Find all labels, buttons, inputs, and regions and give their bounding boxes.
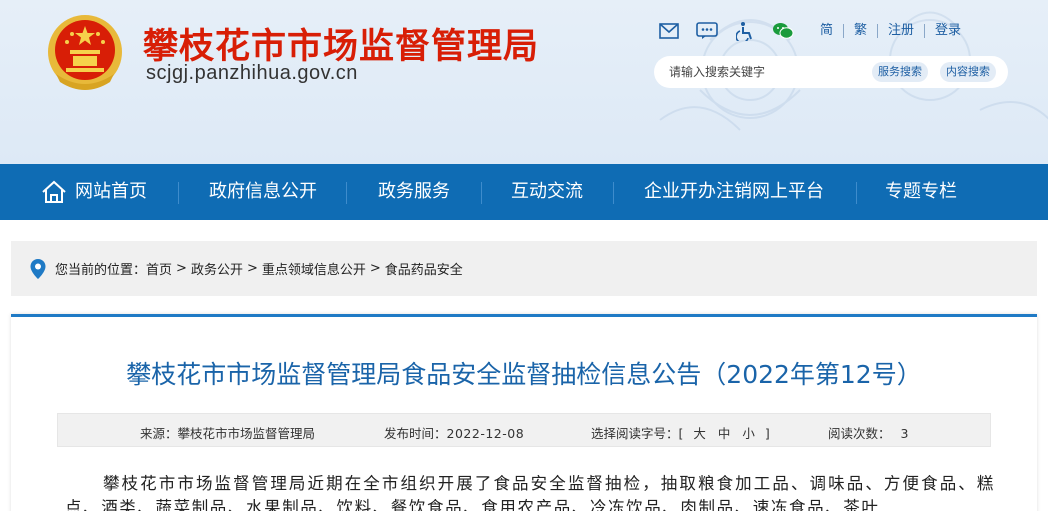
breadcrumb-link-key-areas[interactable]: 重点领域信息公开 xyxy=(262,259,366,278)
message-icon[interactable] xyxy=(696,21,718,41)
font-size-close: ] xyxy=(764,426,770,441)
top-toolbar: 简 繁 注册 登录 xyxy=(658,20,971,42)
article-title: 攀枝花市市场监督管理局食品安全监督抽检信息公告（2022年第12号） xyxy=(126,360,922,389)
views-label: 阅读次数： xyxy=(828,426,891,441)
login-link[interactable]: 登录 xyxy=(925,24,971,38)
nav-item-gov-service[interactable]: 政务服务 xyxy=(378,164,450,220)
search-input[interactable] xyxy=(669,57,869,87)
location-pin-icon xyxy=(30,258,46,279)
date-label: 发布时间： xyxy=(384,426,447,441)
article-meta-bar: 来源：攀枝花市市场监督管理局 发布时间：2022-12-08 选择阅读字号：[ … xyxy=(57,413,991,447)
nav-divider xyxy=(178,182,179,204)
traditional-chinese-link[interactable]: 繁 xyxy=(844,24,879,38)
breadcrumb-link-food-drug[interactable]: 食品药品安全 xyxy=(385,259,463,278)
nav-divider xyxy=(346,182,347,204)
article-body: 攀枝花市市场监督管理局近期在全市组织开展了食品安全监督抽检，抽取粮食加工品、调味… xyxy=(65,474,995,511)
site-domain: scjgj.panzhihua.gov.cn xyxy=(146,62,358,84)
nav-item-gov-info[interactable]: 政府信息公开 xyxy=(209,164,317,220)
article-source: 来源：攀枝花市市场监督管理局 xyxy=(140,423,315,442)
nav-divider xyxy=(481,182,482,204)
site-header: 攀枝花市市场监督管理局 scjgj.panzhihua.gov.cn 简 繁 注… xyxy=(0,0,1048,164)
source-value: 攀枝花市市场监督管理局 xyxy=(177,426,316,441)
nav-divider xyxy=(613,182,614,204)
breadcrumb-separator: > xyxy=(176,261,187,276)
nav-item-enterprise-platform[interactable]: 企业开办注销网上平台 xyxy=(644,164,824,220)
font-size-selector: 选择阅读字号：[ 大 中 小 ] xyxy=(591,423,770,442)
views-value: 3 xyxy=(900,426,909,441)
nav-item-home-label: 网站首页 xyxy=(75,181,147,202)
nav-item-special-topics[interactable]: 专题专栏 xyxy=(885,164,957,220)
wechat-icon[interactable] xyxy=(772,21,794,41)
search-box: 服务搜索 内容搜索 xyxy=(654,56,1008,88)
breadcrumb-prefix: 您当前的位置： xyxy=(55,263,147,278)
breadcrumb-separator: > xyxy=(369,261,381,276)
content-search-button[interactable]: 内容搜索 xyxy=(940,62,996,82)
font-size-large[interactable]: 大 xyxy=(693,426,706,441)
national-emblem-logo[interactable] xyxy=(46,12,124,94)
simplified-chinese-link[interactable]: 简 xyxy=(810,24,845,38)
article-views: 阅读次数： 3 xyxy=(828,423,908,442)
article-panel: 攀枝花市市场监督管理局食品安全监督抽检信息公告（2022年第12号） 来源：攀枝… xyxy=(11,314,1037,511)
home-icon xyxy=(42,180,66,203)
breadcrumb-link-home[interactable]: 首页 xyxy=(146,259,172,278)
register-link[interactable]: 注册 xyxy=(878,24,926,38)
source-label: 来源： xyxy=(140,426,178,441)
font-size-label: 选择阅读字号：[ xyxy=(591,426,684,441)
mail-icon[interactable] xyxy=(658,21,680,41)
font-size-medium[interactable]: 中 xyxy=(718,426,731,441)
breadcrumb-separator: > xyxy=(246,261,258,276)
accessibility-icon[interactable] xyxy=(734,21,756,41)
nav-divider xyxy=(856,182,857,204)
service-search-button[interactable]: 服务搜索 xyxy=(872,62,928,82)
date-value: 2022-12-08 xyxy=(446,426,525,441)
main-nav: 网站首页 政府信息公开 政务服务 互动交流 企业开办注销网上平台 专题专栏 xyxy=(0,164,1048,220)
nav-item-interaction[interactable]: 互动交流 xyxy=(511,164,583,220)
nav-item-home[interactable]: 网站首页 xyxy=(41,164,147,220)
breadcrumb-link-gov-affairs[interactable]: 政务公开 xyxy=(191,259,243,278)
font-size-small[interactable]: 小 xyxy=(742,426,755,441)
breadcrumb: 您当前的位置： 首页 > 政务公开 > 重点领域信息公开 > 食品药品安全 xyxy=(11,241,1037,296)
article-date: 发布时间：2022-12-08 xyxy=(384,423,524,442)
